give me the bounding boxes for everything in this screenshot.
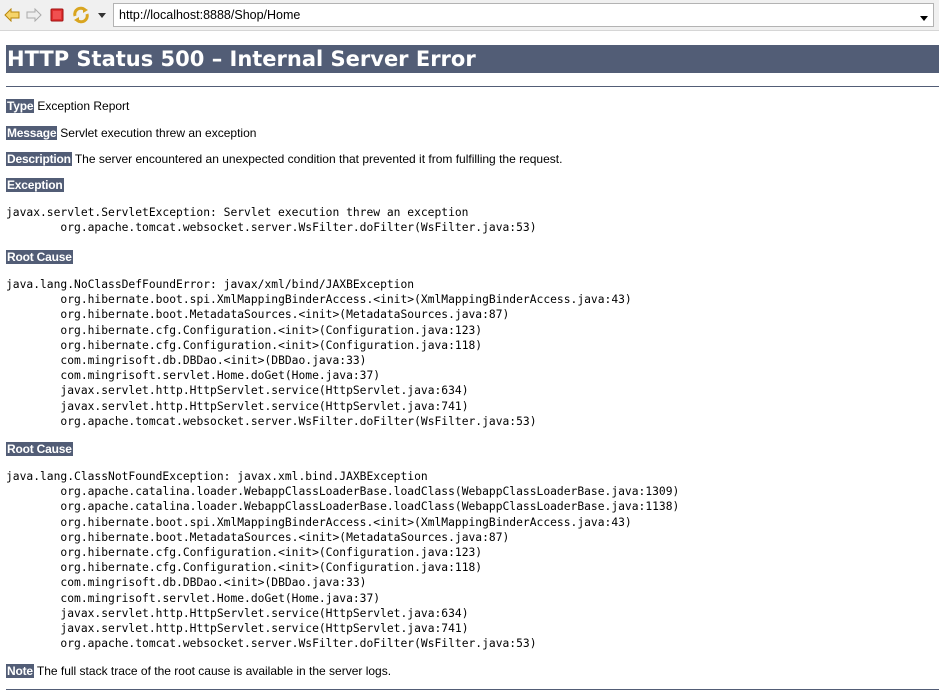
note-row: Note The full stack trace of the root cau… <box>6 664 391 678</box>
message-value: Servlet execution threw an exception <box>60 126 257 140</box>
root-cause-row-1: Root Cause <box>6 250 73 264</box>
message-label: Message <box>6 126 58 140</box>
divider-bottom <box>6 689 939 690</box>
type-row: Type Exception Report <box>6 99 129 113</box>
root-cause-trace-1: java.lang.NoClassDefFoundError: javax/xm… <box>6 278 632 428</box>
refresh-icon[interactable] <box>72 6 90 24</box>
divider-top <box>6 86 939 87</box>
root-cause-trace-2: java.lang.ClassNotFoundException: javax.… <box>6 470 680 651</box>
exception-row: Exception <box>6 178 64 192</box>
description-value: The server encountered an unexpected con… <box>74 152 563 166</box>
note-label: Note <box>6 664 34 678</box>
back-arrow-icon[interactable] <box>3 6 21 24</box>
browser-toolbar: http://localhost:8888/Shop/Home <box>0 0 939 31</box>
root-cause-label-2: Root Cause <box>6 442 73 456</box>
description-row: Description The server encountered an une… <box>6 152 562 166</box>
root-cause-label-1: Root Cause <box>6 250 73 264</box>
error-page: HTTP Status 500 – Internal Server Error … <box>6 31 939 690</box>
stop-icon[interactable] <box>48 6 66 24</box>
chevron-down-icon[interactable] <box>93 6 111 24</box>
root-cause-row-2: Root Cause <box>6 442 73 456</box>
forward-arrow-icon[interactable] <box>25 6 43 24</box>
url-text[interactable]: http://localhost:8888/Shop/Home <box>119 8 300 22</box>
exception-label: Exception <box>6 178 64 192</box>
message-row: Message Servlet execution threw an except… <box>6 126 256 140</box>
type-label: Type <box>6 99 35 113</box>
note-value: The full stack trace of the root cause i… <box>36 664 392 678</box>
url-dropdown-chevron-icon[interactable] <box>918 9 930 21</box>
type-value: Exception Report <box>37 99 130 113</box>
page-title: HTTP Status 500 – Internal Server Error <box>6 45 939 73</box>
exception-trace: javax.servlet.ServletException: Servlet … <box>6 206 537 235</box>
description-label: Description <box>6 152 72 166</box>
address-bar[interactable]: http://localhost:8888/Shop/Home <box>113 3 934 27</box>
